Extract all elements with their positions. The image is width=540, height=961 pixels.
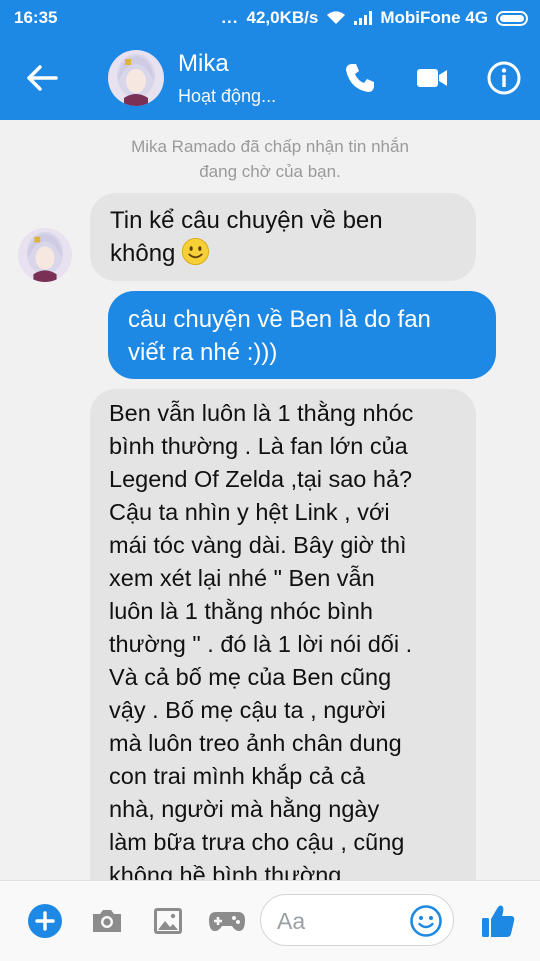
image-icon[interactable] <box>150 903 186 939</box>
thumbs-up-icon[interactable] <box>478 901 518 941</box>
contact-status: Hoạt động... <box>178 86 277 106</box>
wifi-icon <box>327 11 346 24</box>
message-text: Tin kể câu chuyện về ben không <box>110 207 383 267</box>
smiley-icon[interactable] <box>409 904 443 938</box>
network-speed: 42,0KB/s <box>246 8 319 27</box>
gamepad-icon[interactable] <box>207 903 247 939</box>
contact-avatar[interactable] <box>108 50 164 106</box>
sender-avatar[interactable] <box>18 228 72 282</box>
message-bubble-received[interactable]: Tin kể câu chuyện về ben không <box>90 193 476 281</box>
system-note: Mika Ramado đã chấp nhận tin nhắn đang c… <box>131 137 409 181</box>
message-input-box[interactable] <box>260 894 454 946</box>
status-bar: 16:35 ... 42,0KB/s MobiFone 4G <box>0 0 540 36</box>
status-indicators: ... 42,0KB/s MobiFone 4G <box>221 8 528 28</box>
back-arrow-icon[interactable] <box>22 60 62 96</box>
message-text: câu chuyện về Ben là do fan viết ra nhé … <box>128 306 431 366</box>
message-bubble-received[interactable]: Ben vẫn luôn là 1 thằng nhóc bình thường… <box>90 389 476 909</box>
signal-icon <box>354 11 373 25</box>
chat-header: Mika Hoạt động... <box>0 36 540 120</box>
camera-icon[interactable] <box>89 903 125 939</box>
message-bubble-sent[interactable]: câu chuyện về Ben là do fan viết ra nhé … <box>108 291 496 379</box>
carrier-name: MobiFone 4G <box>380 8 488 27</box>
video-call-icon[interactable] <box>414 60 450 96</box>
status-dots: ... <box>221 8 239 27</box>
avatar-illustration <box>18 228 72 282</box>
smiley-emoji-icon <box>182 237 210 266</box>
status-time: 16:35 <box>14 8 58 27</box>
plus-icon[interactable] <box>27 903 63 939</box>
contact-name: Mika <box>178 50 229 77</box>
phone-call-icon[interactable] <box>342 60 378 96</box>
message-composer <box>0 880 540 961</box>
message-text: Ben vẫn luôn là 1 thằng nhóc bình thường… <box>109 400 414 888</box>
avatar-illustration <box>108 50 164 106</box>
battery-icon <box>496 10 528 26</box>
info-icon[interactable] <box>486 60 522 96</box>
message-input[interactable] <box>275 905 409 937</box>
